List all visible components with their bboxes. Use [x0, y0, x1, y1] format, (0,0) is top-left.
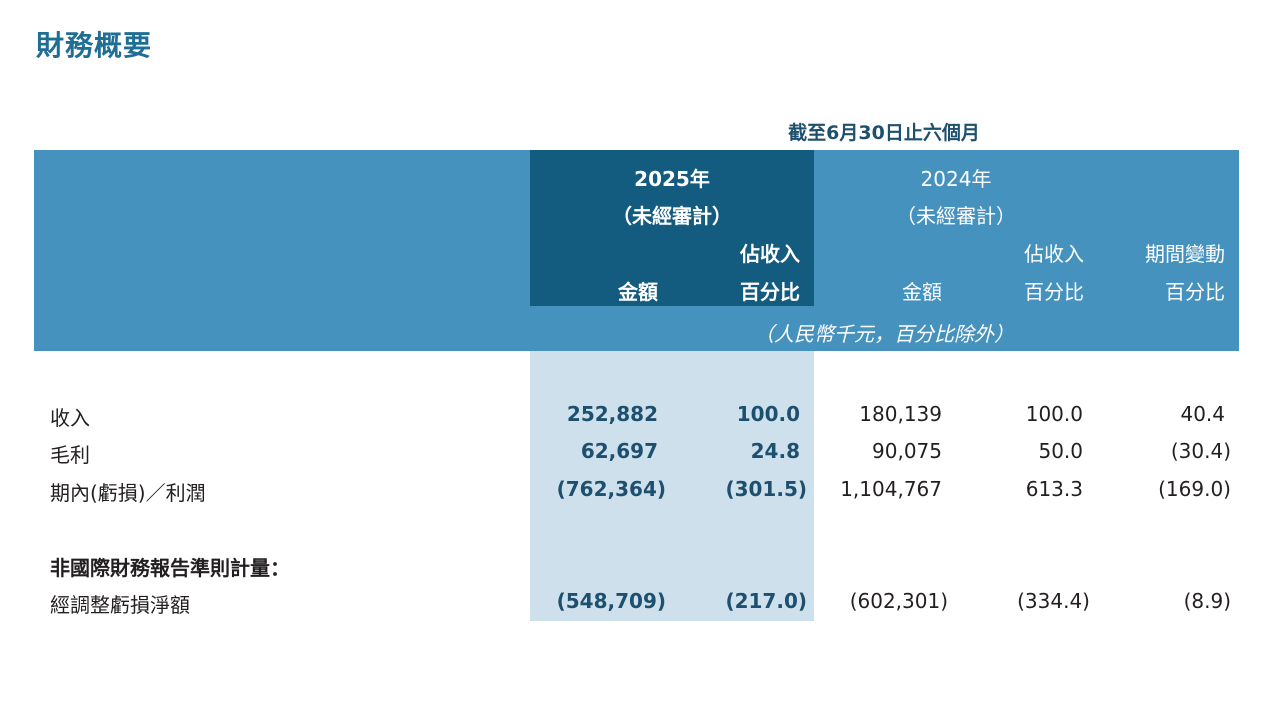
change-pct: (30.4)	[1170, 439, 1231, 463]
row-label: 毛利	[50, 443, 90, 467]
pct-2025: 24.8	[750, 439, 800, 463]
header-2025-amount: 金額	[618, 280, 658, 304]
amount-2025: (762,364)	[556, 477, 666, 501]
header-2025-year: 2025年	[634, 167, 710, 191]
amount-2025: 252,882	[566, 402, 658, 426]
amount-2024: (602,301)	[849, 589, 948, 613]
amount-2024: 180,139	[859, 402, 942, 426]
header-2024-unaudited: （未經審計）	[896, 204, 1016, 228]
header-change-bottom: 百分比	[1165, 280, 1225, 304]
row-label: 期內(虧損)／利潤	[50, 481, 206, 505]
amount-2025: (548,709)	[556, 589, 666, 613]
amount-2024: 90,075	[872, 439, 942, 463]
header-2024-pct-bottom: 百分比	[1024, 280, 1084, 304]
header-2025-pct-bottom: 百分比	[740, 280, 800, 304]
table-row: 經調整虧損淨額 (548,709) (217.0) (602,301) (334…	[0, 589, 1275, 619]
pct-2025: (217.0)	[725, 589, 807, 613]
change-pct: 40.4	[1180, 402, 1225, 426]
table-row: 毛利 62,697 24.8 90,075 50.0 (30.4)	[0, 439, 1275, 469]
amount-2024: 1,104,767	[840, 477, 942, 501]
pct-2024: 50.0	[1038, 439, 1083, 463]
table-row: 收入 252,882 100.0 180,139 100.0 40.4	[0, 402, 1275, 432]
table-row: 期內(虧損)／利潤 (762,364) (301.5) 1,104,767 61…	[0, 477, 1275, 507]
pct-2024: (334.4)	[1017, 589, 1090, 613]
header-2024-pct-top: 佔收入	[1024, 242, 1084, 266]
row-label: 收入	[50, 406, 90, 430]
pct-2024: 613.3	[1025, 477, 1083, 501]
header-2024-year: 2024年	[920, 167, 992, 191]
header-2025-unaudited: （未經審計）	[612, 204, 732, 228]
pct-2025: 100.0	[736, 402, 800, 426]
page-title: 財務概要	[36, 29, 153, 62]
header-change-top: 期間變動	[1145, 242, 1225, 266]
non-ifrs-section-title: 非國際財務報告準則計量：	[50, 556, 290, 580]
change-pct: (8.9)	[1183, 589, 1231, 613]
pct-2024: 100.0	[1025, 402, 1083, 426]
pct-2025: (301.5)	[725, 477, 807, 501]
period-header: 截至6月30日止六個月	[788, 122, 980, 144]
amount-2025: 62,697	[580, 439, 658, 463]
header-2025-pct-top: 佔收入	[740, 242, 800, 266]
row-label: 經調整虧損淨額	[50, 593, 190, 617]
header-2024-amount: 金額	[902, 280, 942, 304]
change-pct: (169.0)	[1158, 477, 1231, 501]
unit-note: （人民幣千元，百分比除外）	[754, 322, 1014, 346]
